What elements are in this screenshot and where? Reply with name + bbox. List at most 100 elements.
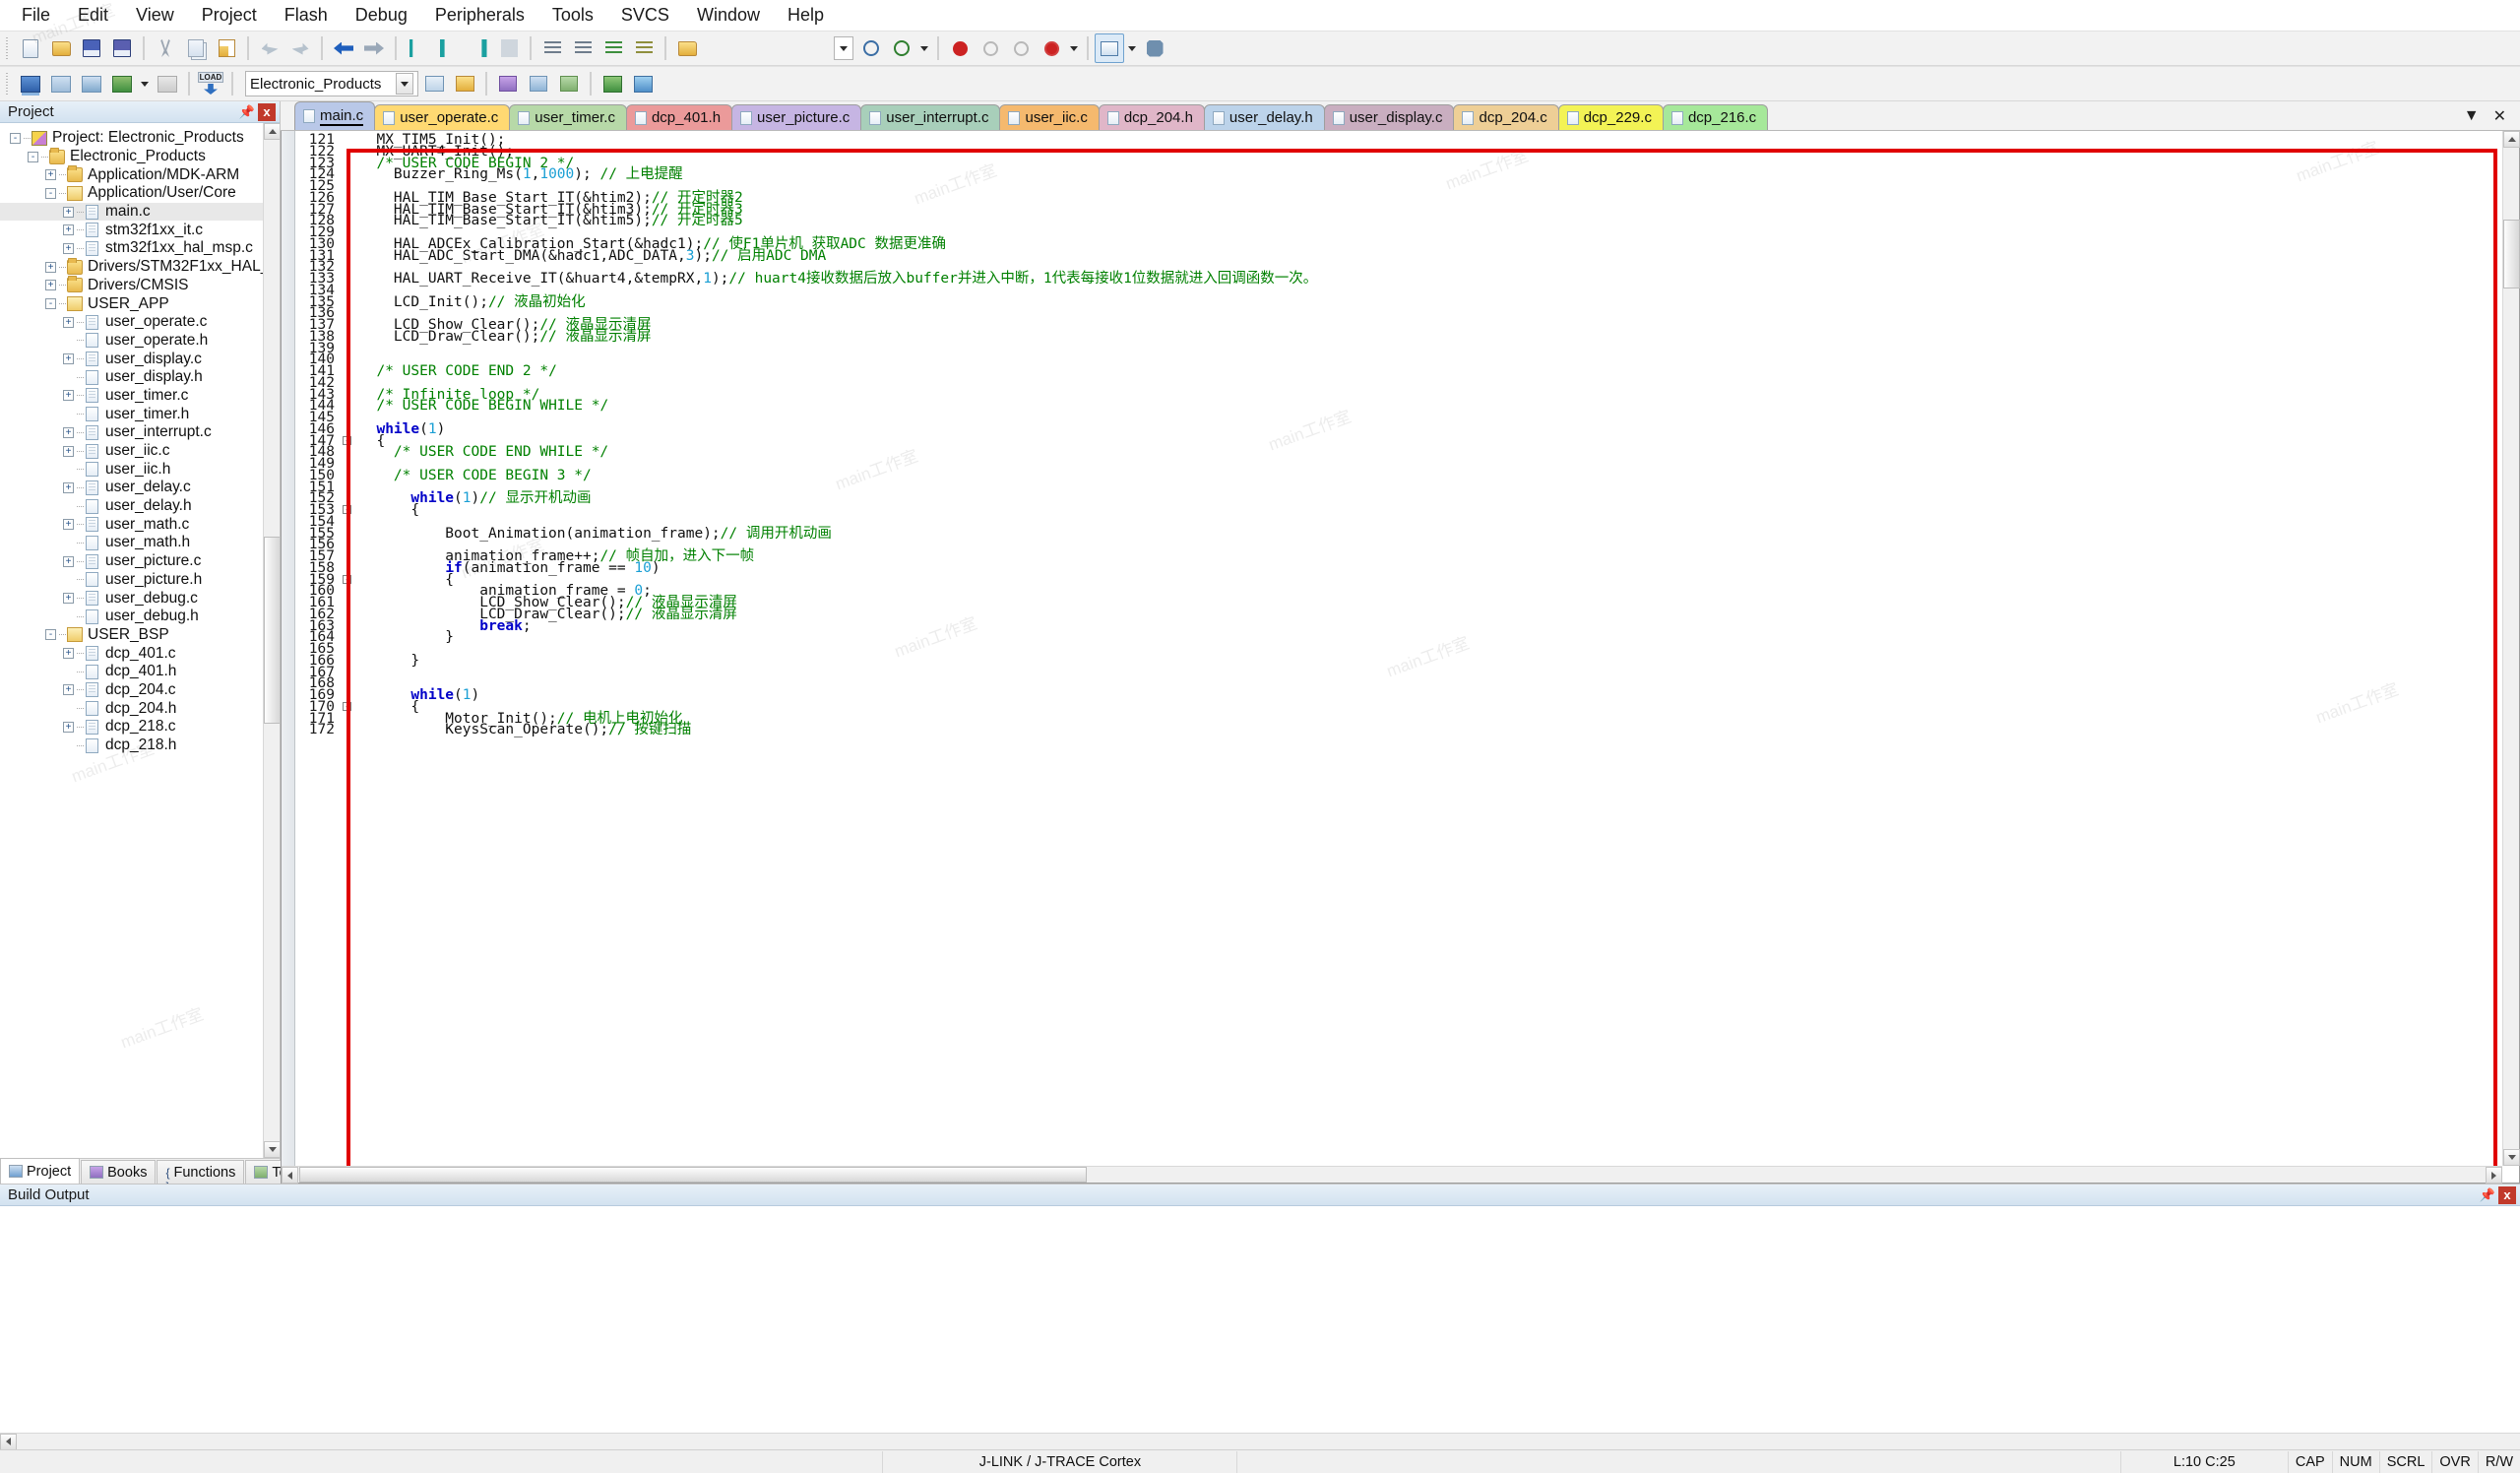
fold-gutter[interactable]: - - - - <box>341 131 353 1183</box>
find-icon[interactable] <box>856 33 886 63</box>
templates-icon[interactable] <box>554 69 584 98</box>
tree-item-user-delay-h[interactable]: user_delay.h <box>0 497 280 516</box>
editor-tab-user-delay-h[interactable]: user_delay.h <box>1203 104 1325 130</box>
translate-icon[interactable] <box>16 69 45 98</box>
tree-item-user-operate-c[interactable]: + user_operate.c <box>0 313 280 332</box>
manage-project-items-icon[interactable] <box>450 69 479 98</box>
uncomment-icon[interactable] <box>629 33 659 63</box>
editor-tab-user-operate-c[interactable]: user_operate.c <box>374 104 511 130</box>
pack-manager-icon[interactable] <box>628 69 658 98</box>
menu-item-flash[interactable]: Flash <box>271 2 342 29</box>
tree-expander[interactable]: + <box>63 721 74 733</box>
search-combo[interactable] <box>834 36 853 60</box>
tree-item-user-delay-c[interactable]: + user_delay.c <box>0 479 280 497</box>
menu-item-project[interactable]: Project <box>188 2 271 29</box>
save-icon[interactable] <box>77 33 106 63</box>
project-tree-scrollbar[interactable] <box>263 123 280 1158</box>
editor-tab-dcp-229-c[interactable]: dcp_229.c <box>1557 104 1664 130</box>
editor-vertical-scrollbar[interactable] <box>2502 131 2520 1166</box>
tree-item-user-picture-c[interactable]: + user_picture.c <box>0 552 280 571</box>
editor-tab-dcp-401-h[interactable]: dcp_401.h <box>625 104 733 130</box>
tree-expander[interactable]: - <box>45 629 56 641</box>
menu-item-file[interactable]: File <box>8 2 64 29</box>
menu-item-view[interactable]: View <box>122 2 188 29</box>
kill-all-breakpoints-icon[interactable] <box>1037 33 1066 63</box>
editor-tab-user-interrupt-c[interactable]: user_interrupt.c <box>860 104 1001 130</box>
menu-item-tools[interactable]: Tools <box>538 2 607 29</box>
package-installer-icon[interactable] <box>598 69 627 98</box>
chevron-down-icon[interactable] <box>1067 33 1081 63</box>
code-text[interactable]: MX_TIM5_Init(); MX_UART4_Init(); /* USER… <box>359 131 2519 1183</box>
tree-item-electronic-products[interactable]: - Electronic_Products <box>0 147 280 166</box>
project-tree[interactable]: - Project: Electronic_Products - Electronic… <box>0 123 280 1158</box>
prev-bookmark-icon[interactable] <box>464 33 493 63</box>
comment-icon[interactable] <box>598 33 628 63</box>
batch-build-icon[interactable] <box>107 69 137 98</box>
tree-item-user-display-h[interactable]: user_display.h <box>0 368 280 387</box>
tree-item-user-display-c[interactable]: + user_display.c <box>0 350 280 368</box>
project-tab-books[interactable]: Books <box>81 1160 157 1184</box>
chevron-down-icon[interactable]: ▼ <box>2464 107 2480 125</box>
tree-expander[interactable]: + <box>63 445 74 457</box>
copy-icon[interactable] <box>181 33 211 63</box>
tree-expander[interactable]: + <box>63 593 74 605</box>
code-view[interactable]: 121 122 123 124 125 126 127 128 129 130 131 132 133 1… <box>282 131 2519 1183</box>
editor-tab-dcp-204-h[interactable]: dcp_204.h <box>1098 104 1205 130</box>
tree-item-user-debug-c[interactable]: + user_debug.c <box>0 589 280 608</box>
find-in-files-icon[interactable] <box>672 33 702 63</box>
chevron-down-icon[interactable] <box>396 73 413 95</box>
project-window-icon[interactable] <box>1095 33 1124 63</box>
load-icon[interactable]: LOAD <box>196 69 225 98</box>
tree-item-user-math-h[interactable]: user_math.h <box>0 534 280 552</box>
stop-build-icon[interactable] <box>153 69 182 98</box>
tree-expander[interactable]: + <box>45 169 56 181</box>
tree-expander[interactable]: - <box>10 132 21 144</box>
chevron-down-icon[interactable] <box>840 45 848 51</box>
configure-icon[interactable] <box>1140 33 1169 63</box>
bookmark-gutter[interactable] <box>282 131 295 1183</box>
paste-icon[interactable] <box>212 33 241 63</box>
indent-icon[interactable] <box>537 33 567 63</box>
bookmark-icon[interactable] <box>403 33 432 63</box>
editor-horizontal-scrollbar[interactable] <box>282 1166 2502 1184</box>
tree-item-drivers-stm32f1xx-hal-driver[interactable]: + Drivers/STM32F1xx_HAL_Driver <box>0 257 280 277</box>
scroll-down-arrow[interactable] <box>2503 1149 2520 1166</box>
scroll-right-arrow[interactable] <box>2486 1167 2502 1184</box>
open-folder-icon[interactable] <box>46 33 76 63</box>
menu-item-svcs[interactable]: SVCS <box>607 2 683 29</box>
tree-item-user-timer-c[interactable]: + user_timer.c <box>0 387 280 406</box>
tree-item-dcp-204-h[interactable]: dcp_204.h <box>0 699 280 718</box>
close-icon[interactable]: x <box>2498 1185 2516 1204</box>
scroll-up-arrow[interactable] <box>264 123 280 140</box>
tree-item-drivers-cmsis[interactable]: + Drivers/CMSIS <box>0 276 280 295</box>
rebuild-icon[interactable] <box>77 69 106 98</box>
build-output-text[interactable] <box>0 1206 2520 1433</box>
menu-item-edit[interactable]: Edit <box>64 2 122 29</box>
tree-item-user-picture-h[interactable]: user_picture.h <box>0 571 280 590</box>
tree-item-stm32f1xx-it-c[interactable]: + stm32f1xx_it.c <box>0 221 280 239</box>
tree-item-user-bsp[interactable]: - USER_BSP <box>0 626 280 645</box>
tree-item-stm32f1xx-hal-msp-c[interactable]: + stm32f1xx_hal_msp.c <box>0 239 280 258</box>
fold-toggle[interactable]: - <box>343 505 351 514</box>
editor-tab-user-iic-c[interactable]: user_iic.c <box>999 104 1100 130</box>
scroll-thumb[interactable] <box>264 537 280 724</box>
scroll-left-arrow[interactable] <box>0 1433 17 1450</box>
menu-item-window[interactable]: Window <box>683 2 774 29</box>
tree-item-dcp-401-c[interactable]: + dcp_401.c <box>0 644 280 663</box>
scroll-thumb[interactable] <box>2503 220 2520 288</box>
zoom-icon[interactable] <box>887 33 916 63</box>
tree-expander[interactable]: + <box>63 206 74 218</box>
tree-expander[interactable]: + <box>45 261 56 273</box>
tree-item-user-interrupt-c[interactable]: + user_interrupt.c <box>0 423 280 442</box>
editor-tab-dcp-204-c[interactable]: dcp_204.c <box>1453 104 1559 130</box>
new-file-icon[interactable] <box>16 33 45 63</box>
tree-expander[interactable]: + <box>63 353 74 365</box>
tree-expander[interactable]: - <box>28 151 38 162</box>
back-icon[interactable] <box>329 33 358 63</box>
clear-bookmarks-icon[interactable] <box>494 33 524 63</box>
tree-expander[interactable]: + <box>63 648 74 660</box>
tree-expander[interactable]: - <box>45 298 56 310</box>
tree-expander[interactable]: + <box>63 316 74 328</box>
chevron-down-icon[interactable] <box>1125 33 1139 63</box>
scroll-thumb[interactable] <box>299 1167 1087 1183</box>
